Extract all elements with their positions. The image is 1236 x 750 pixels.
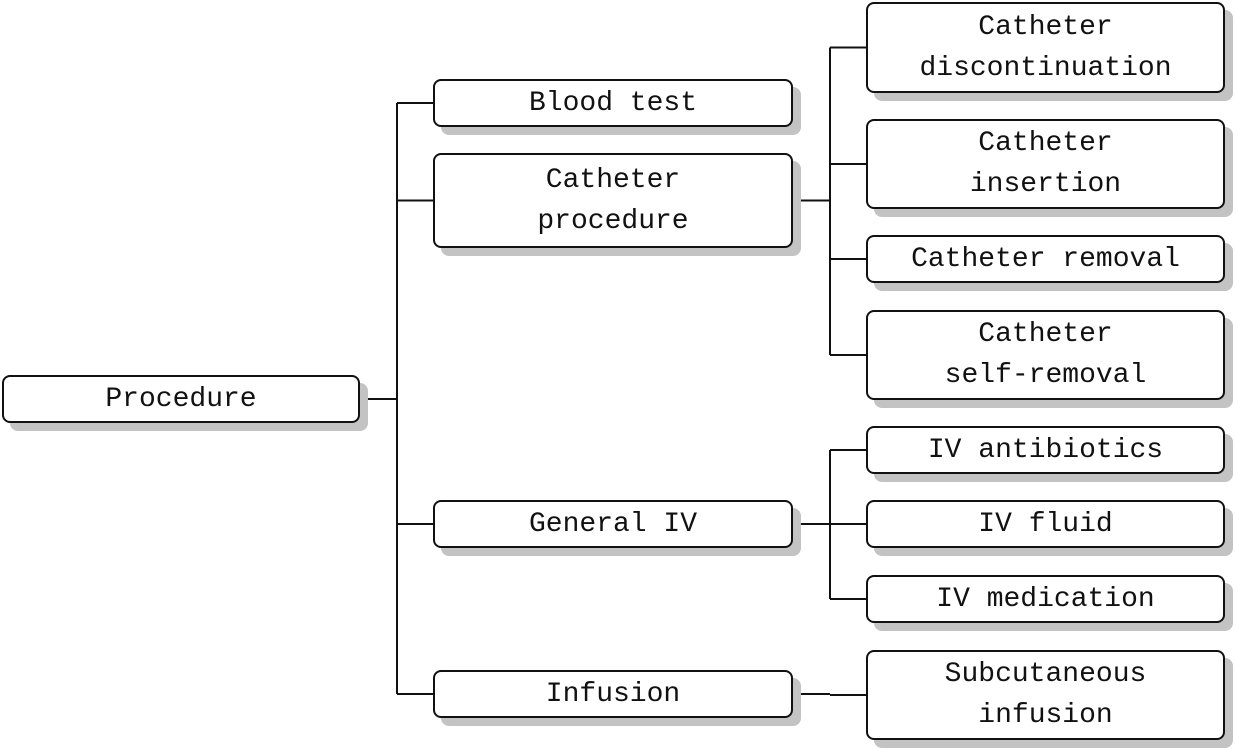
node-catheter-removal: Catheter removal bbox=[866, 235, 1225, 283]
node-label: Catheter insertion bbox=[969, 128, 1122, 200]
node-label: IV fluid bbox=[978, 508, 1113, 540]
node-blood-test: Blood test bbox=[433, 79, 793, 127]
node-iv-antibiotics: IV antibiotics bbox=[866, 426, 1225, 474]
node-iv-medication: IV medication bbox=[866, 575, 1225, 623]
node-label: Subcutaneous infusion bbox=[944, 659, 1147, 731]
node-catheter-discontinuation: Catheter discontinuation bbox=[866, 2, 1225, 93]
node-iv-fluid: IV fluid bbox=[866, 500, 1225, 548]
node-catheter-self-removal: Catheter self-removal bbox=[866, 310, 1225, 400]
node-label: IV antibiotics bbox=[927, 434, 1164, 466]
node-label: Catheter discontinuation bbox=[919, 11, 1172, 84]
node-label: Infusion bbox=[545, 678, 681, 710]
node-label: General IV bbox=[528, 508, 698, 540]
node-catheter-procedure: Catheter procedure bbox=[433, 153, 793, 248]
node-label: Blood test bbox=[528, 87, 698, 119]
node-catheter-insertion: Catheter insertion bbox=[866, 119, 1225, 209]
node-label: IV medication bbox=[936, 583, 1155, 615]
node-general-iv: General IV bbox=[433, 500, 793, 548]
node-subcutaneous-infusion: Subcutaneous infusion bbox=[866, 650, 1225, 740]
node-label: Catheter self-removal bbox=[944, 319, 1147, 391]
node-infusion: Infusion bbox=[433, 670, 793, 718]
node-label: Catheter removal bbox=[911, 243, 1180, 275]
node-procedure: Procedure bbox=[2, 375, 360, 423]
node-label: Catheter procedure bbox=[537, 164, 689, 237]
node-label: Procedure bbox=[105, 383, 257, 415]
